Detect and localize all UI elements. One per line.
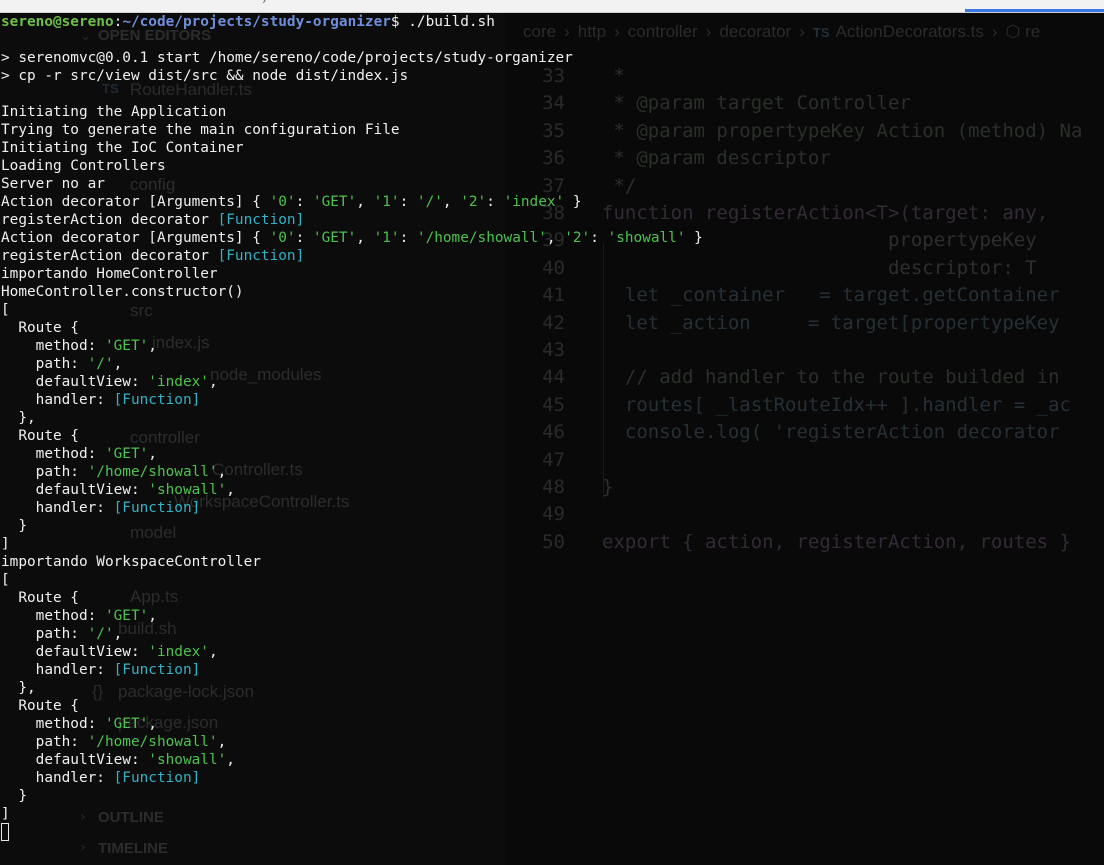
terminal-line: > serenomvc@0.0.1 start /home/sereno/cod… (1, 50, 573, 66)
terminal-line: defaultView: 'index', (1, 374, 218, 390)
terminal-line: } (1, 518, 27, 534)
terminal-line: Route { (1, 320, 79, 336)
terminal-line: handler: [Function] (1, 500, 201, 516)
terminal-line: Loading Controllers (1, 158, 166, 174)
terminal-line: [ (1, 302, 10, 318)
window-top-strip: › (0, 0, 1104, 13)
terminal-cursor (1, 823, 9, 841)
terminal-line: handler: [Function] (1, 662, 201, 678)
terminal-line: path: '/', (1, 626, 123, 642)
terminal-line: registerAction decorator [Function] (1, 212, 305, 228)
terminal-line: HomeController.constructor() (1, 284, 244, 300)
terminal-line: ] (1, 536, 10, 552)
terminal-line: Initiating the IoC Container (1, 140, 244, 156)
terminal-line: method: 'GET', (1, 446, 157, 462)
prompt-user: sereno@sereno (1, 14, 114, 30)
active-tab-indicator (965, 0, 1104, 12)
terminal-line: importando HomeController (1, 266, 218, 282)
terminal-line: path: '/', (1, 356, 123, 372)
prompt-symbol: $ (390, 14, 400, 30)
prompt-separator: : (113, 14, 123, 30)
terminal-line: } (1, 788, 27, 804)
terminal-line: Initiating the Application (1, 104, 227, 120)
terminal-line: handler: [Function] (1, 770, 201, 786)
terminal-line: method: 'GET', (1, 608, 157, 624)
terminal-line: registerAction decorator [Function] (1, 248, 305, 264)
terminal-line: importando WorkspaceController (1, 554, 261, 570)
prompt-command: ./build.sh (408, 14, 495, 30)
terminal-line: }, (1, 680, 36, 696)
terminal-line: path: '/home/showall', (1, 464, 227, 480)
terminal-line: Server no ar (1, 176, 105, 192)
terminal-line: defaultView: 'index', (1, 644, 218, 660)
terminal-line: Route { (1, 590, 79, 606)
prompt-path: ~/code/projects/study-organizer (122, 14, 391, 30)
terminal-line: ] (1, 806, 10, 822)
chevron-icon: › (262, 0, 267, 7)
terminal-line: defaultView: 'showall', (1, 752, 235, 768)
terminal-line: Action decorator [Arguments] { '0': 'GET… (1, 194, 582, 210)
terminal-line: Route { (1, 698, 79, 714)
terminal-line: Route { (1, 428, 79, 444)
terminal-line: method: 'GET', (1, 716, 157, 732)
terminal-line: defaultView: 'showall', (1, 482, 235, 498)
terminal-line: method: 'GET', (1, 338, 157, 354)
terminal-line: path: '/home/showall', (1, 734, 227, 750)
terminal-line: Action decorator [Arguments] { '0': 'GET… (1, 230, 703, 246)
terminal-line: [ (1, 572, 10, 588)
terminal-output[interactable]: sereno@sereno:~/code/projects/study-orga… (0, 13, 1104, 865)
terminal-line: handler: [Function] (1, 392, 201, 408)
terminal-line: > cp -r src/view dist/src && node dist/i… (1, 68, 409, 84)
terminal-line: Trying to generate the main configuratio… (1, 122, 400, 138)
terminal-prompt-line: sereno@sereno:~/code/projects/study-orga… (1, 13, 495, 31)
terminal-line: }, (1, 410, 36, 426)
